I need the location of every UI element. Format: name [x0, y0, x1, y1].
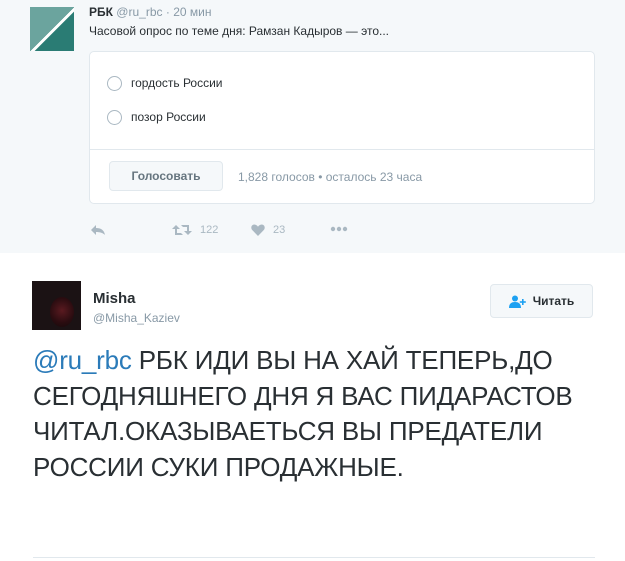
- poll-stats: 1,828 голосов • осталось 23 часа: [238, 170, 423, 184]
- radio-button-icon[interactable]: [107, 109, 122, 125]
- poll-option-label: позор России: [131, 110, 206, 124]
- more-dots-icon: [330, 226, 348, 232]
- follow-button-label: Читать: [532, 294, 575, 308]
- radio-button-icon[interactable]: [107, 75, 122, 91]
- like-button[interactable]: 23: [251, 224, 285, 236]
- tweet-header: РБК @ru_rbc · 20 мин: [89, 5, 211, 19]
- divider: [33, 557, 595, 558]
- timestamp[interactable]: 20 мин: [173, 5, 211, 19]
- reply-button[interactable]: [90, 224, 106, 236]
- tweet-text: Часовой опрос по теме дня: Рамзан Кадыро…: [89, 24, 389, 38]
- poll-card: гордость России позор России Голосовать …: [89, 51, 595, 204]
- author-handle[interactable]: @Misha_Kaziev: [93, 311, 180, 325]
- tweet-text: @ru_rbc РБК ИДИ ВЫ НА ХАЙ ТЕПЕРЬ,ДО СЕГО…: [33, 343, 573, 485]
- poll-option-1[interactable]: гордость России: [107, 73, 223, 93]
- separator: ·: [165, 5, 170, 19]
- embedded-tweet-card: РБК @ru_rbc · 20 мин Часовой опрос по те…: [0, 0, 625, 253]
- vote-button[interactable]: Голосовать: [109, 161, 223, 191]
- poll-divider: [90, 149, 594, 150]
- more-button[interactable]: [330, 226, 348, 232]
- rbc-logo-icon[interactable]: [30, 7, 74, 51]
- mention-link[interactable]: @ru_rbc: [33, 345, 132, 375]
- author-handle[interactable]: @ru_rbc: [116, 5, 162, 19]
- retweet-button[interactable]: 122: [172, 224, 218, 236]
- author-name[interactable]: Misha: [93, 290, 136, 307]
- poll-option-2[interactable]: позор России: [107, 107, 206, 127]
- add-user-icon: [508, 295, 526, 308]
- reply-icon: [91, 225, 105, 235]
- retweet-icon: [172, 225, 192, 235]
- author-name[interactable]: РБК: [89, 5, 113, 19]
- poll-option-label: гордость России: [131, 76, 223, 90]
- heart-icon: [251, 224, 265, 236]
- avatar[interactable]: [32, 281, 81, 330]
- tweet-actions: 122 23: [0, 223, 625, 239]
- follow-button[interactable]: Читать: [490, 284, 593, 318]
- retweet-count: 122: [200, 224, 219, 236]
- like-count: 23: [273, 224, 286, 236]
